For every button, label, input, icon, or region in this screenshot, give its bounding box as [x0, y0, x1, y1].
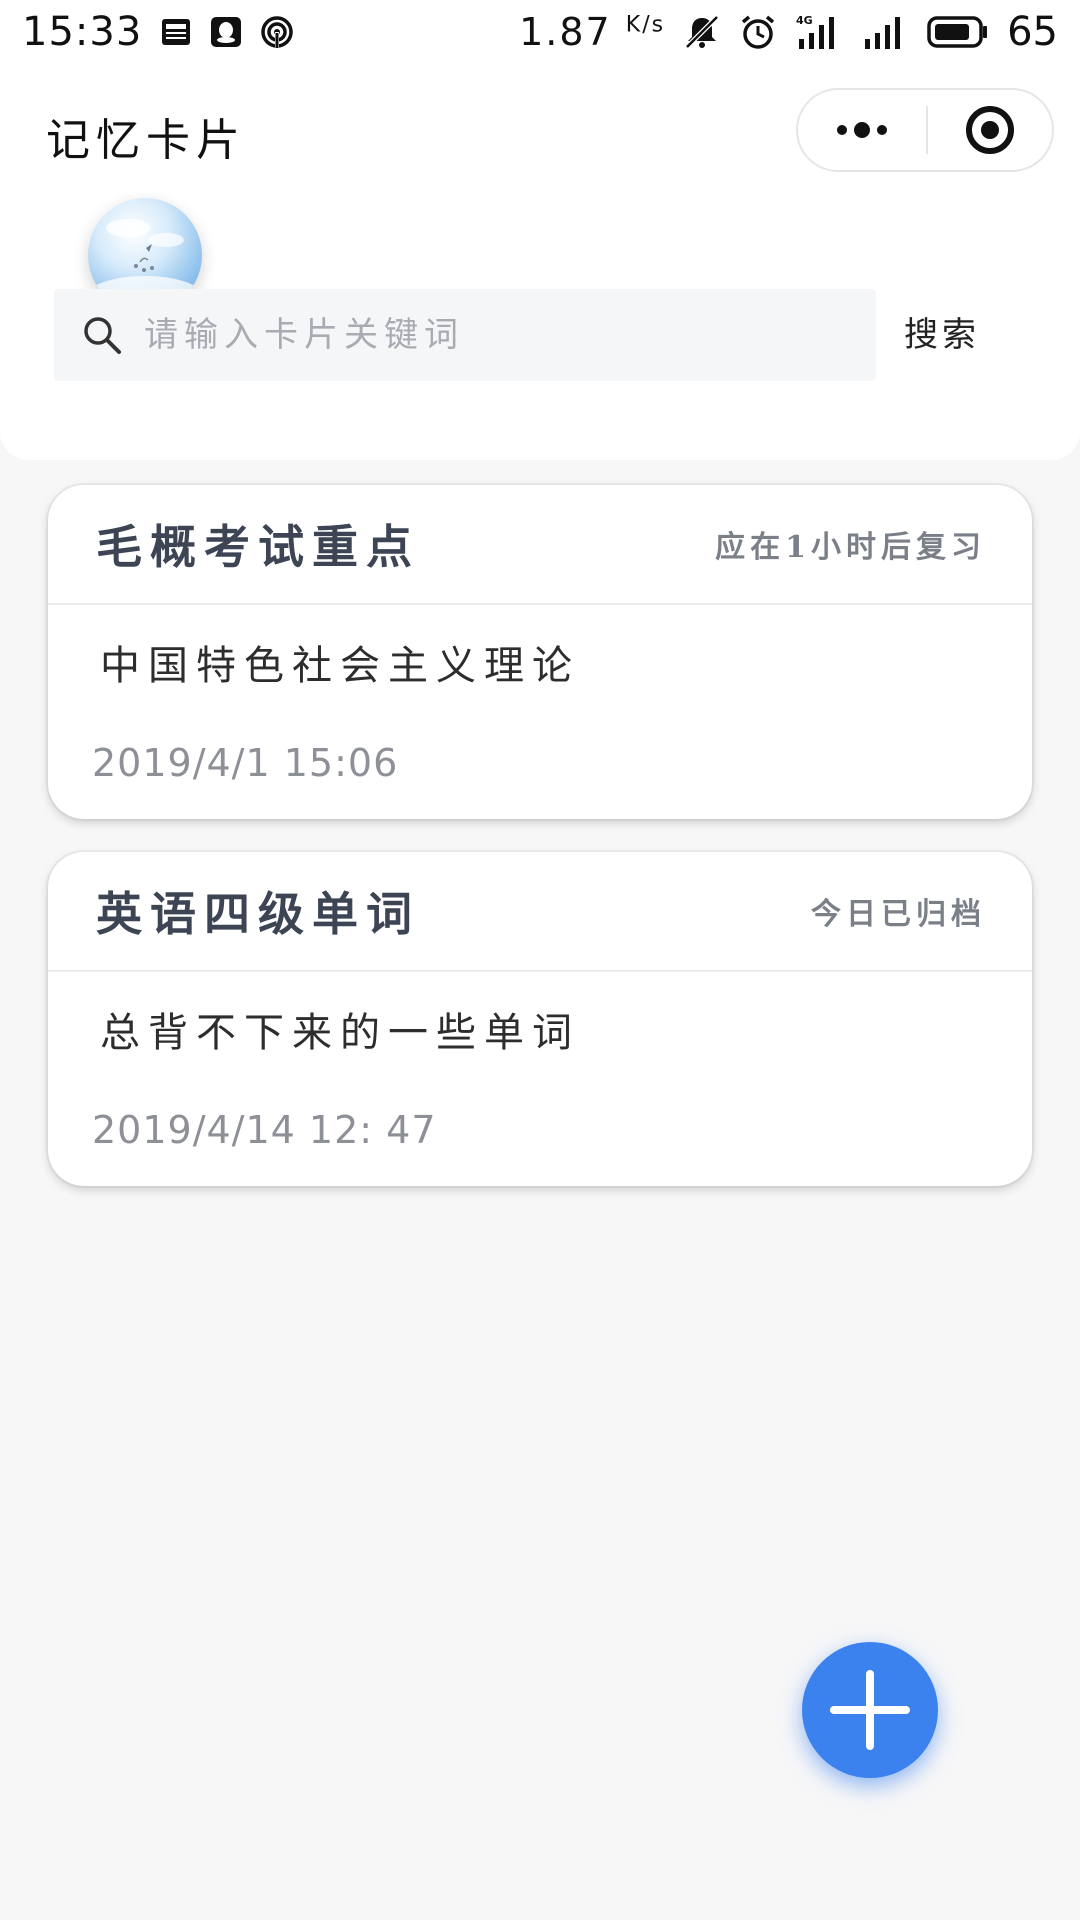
news-icon: [160, 16, 192, 48]
card-description: 中国特色社会主义理论: [100, 643, 580, 689]
card-title: 英语四级单词: [96, 887, 420, 941]
svg-text:4G: 4G: [796, 14, 813, 27]
search-icon: [82, 315, 122, 355]
card-date: 2019/4/1 15:06: [92, 741, 399, 785]
card-header: 英语四级单词 今日已归档: [48, 852, 1032, 972]
status-time: 15:33: [22, 9, 143, 55]
qq-icon: [210, 16, 242, 48]
card-date: 2019/4/14 12: 47: [92, 1108, 437, 1152]
search-box: [54, 289, 876, 381]
alarm-icon: [739, 13, 777, 51]
battery-level: 65: [1007, 9, 1058, 55]
search-input[interactable]: [142, 314, 826, 356]
status-bar-left: 15:33: [22, 9, 294, 55]
card-item[interactable]: 毛概考试重点 应在1小时后复习 中国特色社会主义理论 2019/4/1 15:0…: [48, 485, 1032, 819]
network-speed: 1.87 K/s: [519, 10, 666, 54]
status-bar: 15:33 1.87 K/s 4G 65: [0, 0, 1080, 64]
search-button[interactable]: 搜索: [904, 298, 980, 372]
add-card-button[interactable]: [802, 1642, 938, 1778]
signal-icon: [863, 13, 909, 51]
capsule-more-button[interactable]: [798, 90, 926, 170]
close-target-icon: [966, 106, 1014, 154]
header: 记忆卡片 搜索: [0, 64, 1080, 460]
more-icon: [837, 122, 887, 138]
hotspot-icon: [260, 15, 294, 49]
page-title: 记忆卡片: [46, 115, 246, 166]
plus-icon: [830, 1670, 910, 1750]
card-description: 总背不下来的一些单词: [100, 1010, 580, 1056]
battery-icon: [927, 15, 989, 49]
card-review-status: 应在1小时后复习: [715, 530, 986, 565]
mini-program-capsule: [796, 88, 1054, 172]
capsule-close-button[interactable]: [928, 90, 1052, 170]
card-review-status: 今日已归档: [811, 897, 986, 932]
mute-icon: [683, 13, 721, 51]
card-title: 毛概考试重点: [96, 520, 420, 574]
card-header: 毛概考试重点 应在1小时后复习: [48, 485, 1032, 605]
status-bar-right: 1.87 K/s 4G 65: [519, 9, 1058, 55]
signal-4g-icon: 4G: [795, 13, 845, 51]
card-item[interactable]: 英语四级单词 今日已归档 总背不下来的一些单词 2019/4/14 12: 47: [48, 852, 1032, 1186]
